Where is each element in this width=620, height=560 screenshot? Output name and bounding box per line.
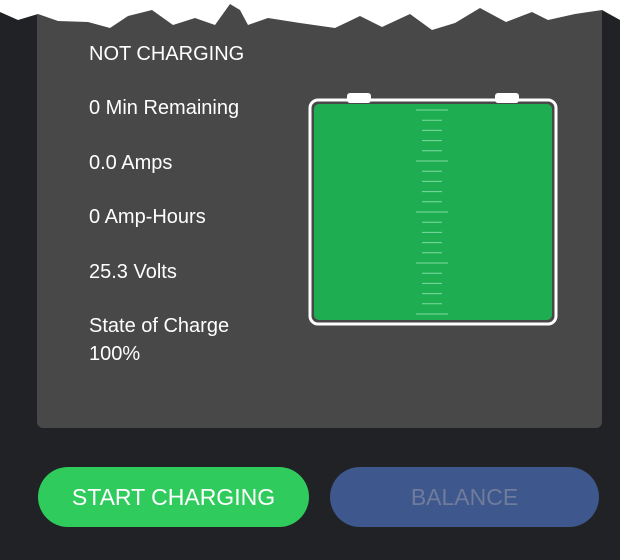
amp-hours-text: 0 Amp-Hours bbox=[89, 206, 206, 228]
battery-icon bbox=[308, 93, 558, 326]
voltage-text: 25.3 Volts bbox=[89, 261, 177, 283]
balance-button[interactable]: BALANCE bbox=[330, 467, 599, 527]
start-charging-button[interactable]: START CHARGING bbox=[38, 467, 309, 527]
battery-status-card: NOT CHARGING 0 Min Remaining 0.0 Amps 0 … bbox=[37, 0, 602, 428]
charging-status-text: NOT CHARGING bbox=[89, 43, 245, 65]
torn-edge-decoration bbox=[0, 0, 620, 30]
current-amps-text: 0.0 Amps bbox=[89, 152, 173, 174]
charging-screen: NOT CHARGING 0 Min Remaining 0.0 Amps 0 … bbox=[0, 0, 620, 560]
time-remaining-text: 0 Min Remaining bbox=[89, 97, 240, 119]
state-of-charge-text: State of Charge 100% bbox=[89, 315, 230, 365]
